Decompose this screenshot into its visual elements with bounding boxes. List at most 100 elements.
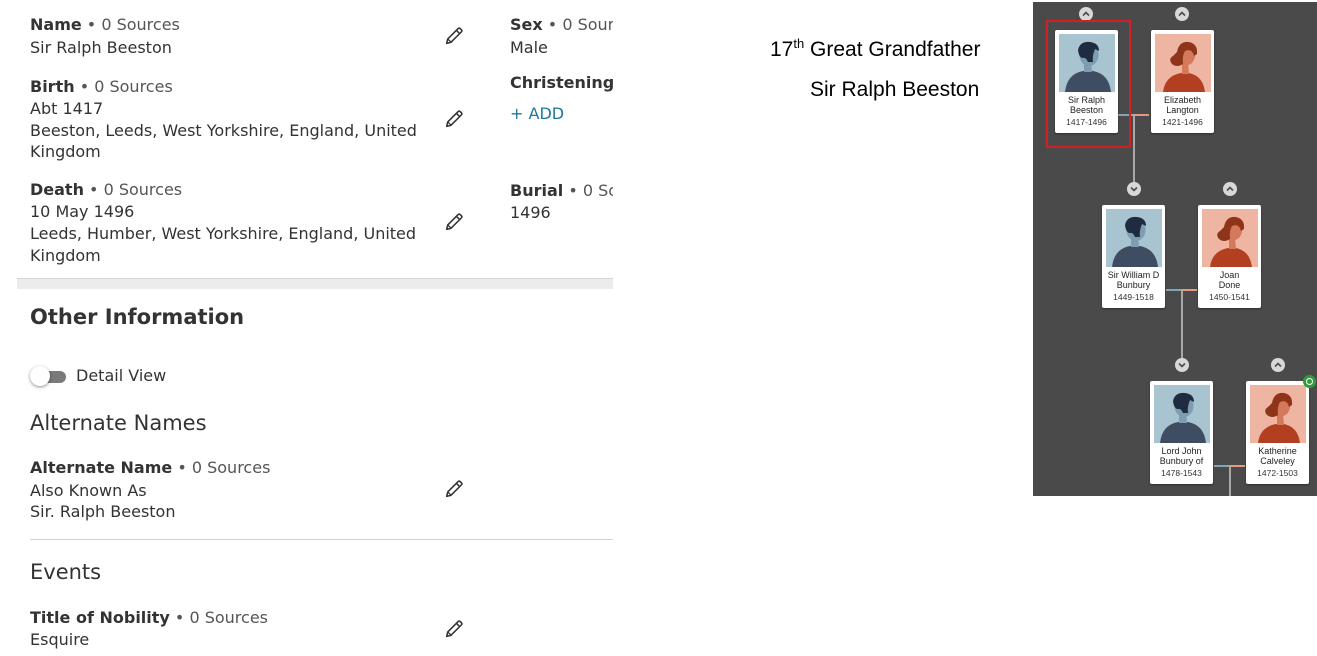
birth-fact-title: Birth • 0 Sources: [30, 77, 173, 96]
person-dates: 1450-1541: [1209, 292, 1250, 302]
chevron-up-icon: [1274, 361, 1282, 369]
chevron-down-icon: [1130, 185, 1138, 193]
divider: [30, 539, 613, 540]
death-date: 10 May 1496: [30, 202, 135, 221]
person-dates: 1449-1518: [1113, 292, 1154, 302]
alternate-name-type: Also Known As: [30, 481, 147, 500]
christening-label: Christening: [510, 73, 615, 92]
burial-fact-title: Burial • 0 Sou: [510, 181, 613, 200]
collapse-down-button[interactable]: [1175, 358, 1189, 372]
edit-death-pencil-icon[interactable]: [443, 211, 465, 233]
male-avatar-icon: [1154, 385, 1210, 443]
person-name-line1: Katherine: [1258, 446, 1297, 456]
burial-label: Burial: [510, 181, 564, 200]
expand-up-button[interactable]: [1175, 7, 1189, 21]
hint-leaf-glyph: [1306, 378, 1313, 385]
couple-connector: [1214, 465, 1229, 467]
birth-label: Birth: [30, 77, 75, 96]
sex-sources[interactable]: • 0 Sourc: [543, 15, 613, 34]
hint-leaf-icon[interactable]: [1303, 375, 1316, 388]
female-avatar-icon: [1155, 34, 1211, 92]
person-dates: 1421-1496: [1162, 117, 1203, 127]
title-of-nobility-label: Title of Nobility: [30, 608, 170, 627]
person-name: Sir William D Bunbury: [1102, 270, 1165, 290]
other-information-heading: Other Information: [30, 305, 245, 329]
title-of-nobility-value: Esquire: [30, 630, 90, 649]
tree-connector: [1229, 465, 1231, 496]
sex-fact-title: Sex • 0 Sourc: [510, 15, 613, 34]
person-name-line1: Lord John: [1161, 446, 1202, 456]
add-christening-button[interactable]: + ADD: [510, 104, 564, 123]
person-name-line2: Bunbury: [1116, 280, 1151, 290]
couple-connector: [1181, 289, 1197, 291]
birth-place-line2: Kingdom: [30, 142, 101, 161]
chevron-down-icon: [1178, 361, 1186, 369]
detail-view-label: Detail View: [76, 366, 167, 385]
person-card-sir-william-bunbury[interactable]: Sir William D Bunbury 1449-1518: [1102, 205, 1165, 308]
couple-connector: [1166, 289, 1181, 291]
person-card-katherine-calveley[interactable]: Katherine Calveley 1472-1503: [1246, 381, 1309, 484]
death-place-line1: Leeds, Humber, West Yorkshire, England, …: [30, 224, 417, 243]
expand-up-button[interactable]: [1271, 358, 1285, 372]
name-value: Sir Ralph Beeston: [30, 38, 172, 57]
generation-caption: 17th Great Grandfather: [770, 36, 980, 62]
section-divider-band: [17, 278, 613, 289]
collapse-down-button[interactable]: [1127, 182, 1141, 196]
person-card-lord-john-bunbury[interactable]: Lord John Bunbury of 1478-1543: [1150, 381, 1213, 484]
female-avatar-icon: [1250, 385, 1306, 443]
generation-relationship: Great Grandfather: [804, 38, 981, 61]
title-of-nobility-sources[interactable]: • 0 Sources: [170, 608, 268, 627]
birth-place-line1: Beeston, Leeds, West Yorkshire, England,…: [30, 121, 417, 140]
alternate-name-sources[interactable]: • 0 Sources: [172, 458, 270, 477]
chevron-up-icon: [1226, 185, 1234, 193]
toggle-knob: [30, 366, 50, 386]
name-fact-title: Name • 0 Sources: [30, 15, 180, 34]
burial-sources[interactable]: • 0 Sou: [563, 181, 613, 200]
burial-value: 1496: [510, 203, 551, 222]
edit-title-of-nobility-pencil-icon[interactable]: [443, 618, 465, 640]
expand-up-button[interactable]: [1079, 7, 1093, 21]
generation-suffix: th: [793, 36, 805, 51]
person-name-line2: Langton: [1166, 105, 1199, 115]
edit-name-pencil-icon[interactable]: [443, 25, 465, 47]
person-name-line1: Sir William D: [1107, 270, 1160, 280]
person-name: Lord John Bunbury of: [1150, 446, 1213, 466]
person-name-line2: Done: [1218, 280, 1241, 290]
person-card-joan-done[interactable]: Joan Done 1450-1541: [1198, 205, 1261, 308]
person-name-line2: Beeston: [1069, 105, 1104, 115]
alternate-name-label: Alternate Name: [30, 458, 173, 477]
person-card-elizabeth-langton[interactable]: Elizabeth Langton 1421-1496: [1151, 30, 1214, 133]
person-dates: 1478-1543: [1161, 468, 1202, 478]
male-avatar-icon: [1059, 34, 1115, 92]
birth-sources[interactable]: • 0 Sources: [75, 77, 173, 96]
name-label: Name: [30, 15, 82, 34]
person-name-line1: Joan: [1219, 270, 1240, 280]
expand-up-button[interactable]: [1223, 182, 1237, 196]
events-heading: Events: [30, 560, 102, 584]
sex-label: Sex: [510, 15, 543, 34]
sex-value: Male: [510, 38, 548, 57]
death-sources[interactable]: • 0 Sources: [84, 180, 182, 199]
christening-fact-title: Christening: [510, 73, 614, 92]
person-name-line2: Bunbury of: [1159, 456, 1204, 466]
edit-alternate-name-pencil-icon[interactable]: [443, 478, 465, 500]
generation-number: 17: [770, 38, 794, 61]
family-tree-panel[interactable]: Sir Ralph Beeston 1417-1496 Elizabeth Lang…: [1033, 2, 1317, 496]
person-dates: 1472-1503: [1257, 468, 1298, 478]
death-label: Death: [30, 180, 84, 199]
edit-birth-pencil-icon[interactable]: [443, 108, 465, 130]
female-avatar-icon: [1202, 209, 1258, 267]
alternate-name-fact-title: Alternate Name • 0 Sources: [30, 458, 270, 477]
name-sources[interactable]: • 0 Sources: [82, 15, 180, 34]
person-name: Joan Done: [1198, 270, 1261, 290]
chevron-up-icon: [1178, 10, 1186, 18]
tree-connector: [1133, 114, 1135, 188]
detail-view-toggle[interactable]: [30, 365, 68, 387]
male-avatar-icon: [1106, 209, 1162, 267]
person-name: Elizabeth Langton: [1151, 95, 1214, 115]
person-card-sir-ralph-beeston[interactable]: Sir Ralph Beeston 1417-1496: [1055, 30, 1118, 133]
birth-date: Abt 1417: [30, 99, 104, 118]
person-name-line1: Sir Ralph: [1067, 95, 1105, 105]
alternate-names-heading: Alternate Names: [30, 411, 207, 435]
chevron-up-icon: [1082, 10, 1090, 18]
